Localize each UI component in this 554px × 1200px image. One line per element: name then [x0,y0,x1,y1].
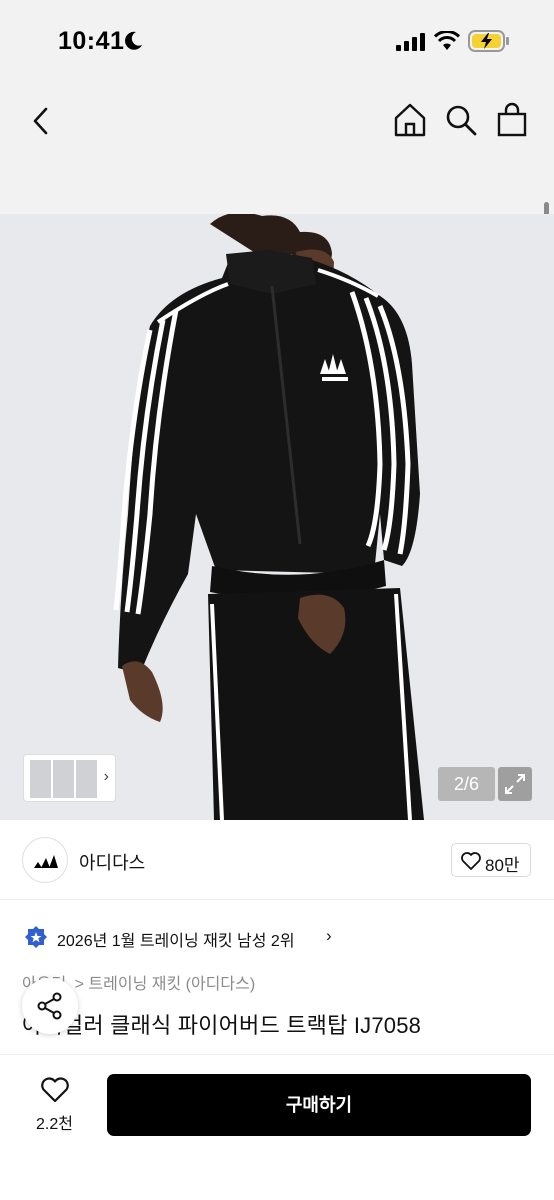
signal-icon [396,33,425,51]
ranking-badge-icon [25,926,47,948]
brand-logo[interactable] [22,837,68,883]
product-image[interactable]: › 2/6 [0,214,554,820]
bottom-action-bar: 2.2천 구매하기 [0,1054,554,1200]
thumbnail-strip[interactable]: › [23,754,116,802]
share-icon [37,992,62,1020]
thumbnail[interactable] [53,760,74,798]
wish-count: 2.2천 [36,1116,73,1133]
wifi-icon [434,31,460,50]
brand-name[interactable]: 아디다스 [79,849,145,875]
like-button[interactable]: 80만 [451,843,531,877]
breadcrumb-item[interactable]: > 트레이닝 재킷 (아디다스) [75,976,256,993]
product-photo [0,214,554,820]
back-arrow-icon[interactable] [26,104,56,138]
moon-icon [125,31,142,50]
status-time: 10:41 [58,27,125,55]
buy-button[interactable]: 구매하기 [107,1074,531,1136]
thumbnail[interactable] [76,760,97,798]
share-button[interactable] [22,978,78,1034]
chevron-right-icon: › [326,926,332,945]
home-icon[interactable] [393,102,427,138]
thumbnail[interactable] [30,760,51,798]
search-icon[interactable] [444,103,478,137]
product-title: 아디컬러 클래식 파이어버드 트랙탑 IJ7058 [22,1013,422,1038]
ranking-text: 2026년 1월 트레이닝 재킷 남성 2위 [57,933,295,950]
shopping-bag-icon[interactable] [496,102,528,138]
heart-icon[interactable] [40,1077,70,1103]
battery-icon [468,30,509,52]
brand-row: 아디다스 80만 [0,820,554,900]
chevron-right-icon[interactable]: › [104,768,109,786]
status-bar: 10:41 [0,0,554,80]
heart-icon [461,852,481,870]
like-count: 80만 [485,856,520,875]
top-nav [0,80,554,254]
adidas-logo-icon [34,855,58,868]
image-page-counter: 2/6 [438,767,495,801]
expand-icon[interactable] [498,767,532,801]
